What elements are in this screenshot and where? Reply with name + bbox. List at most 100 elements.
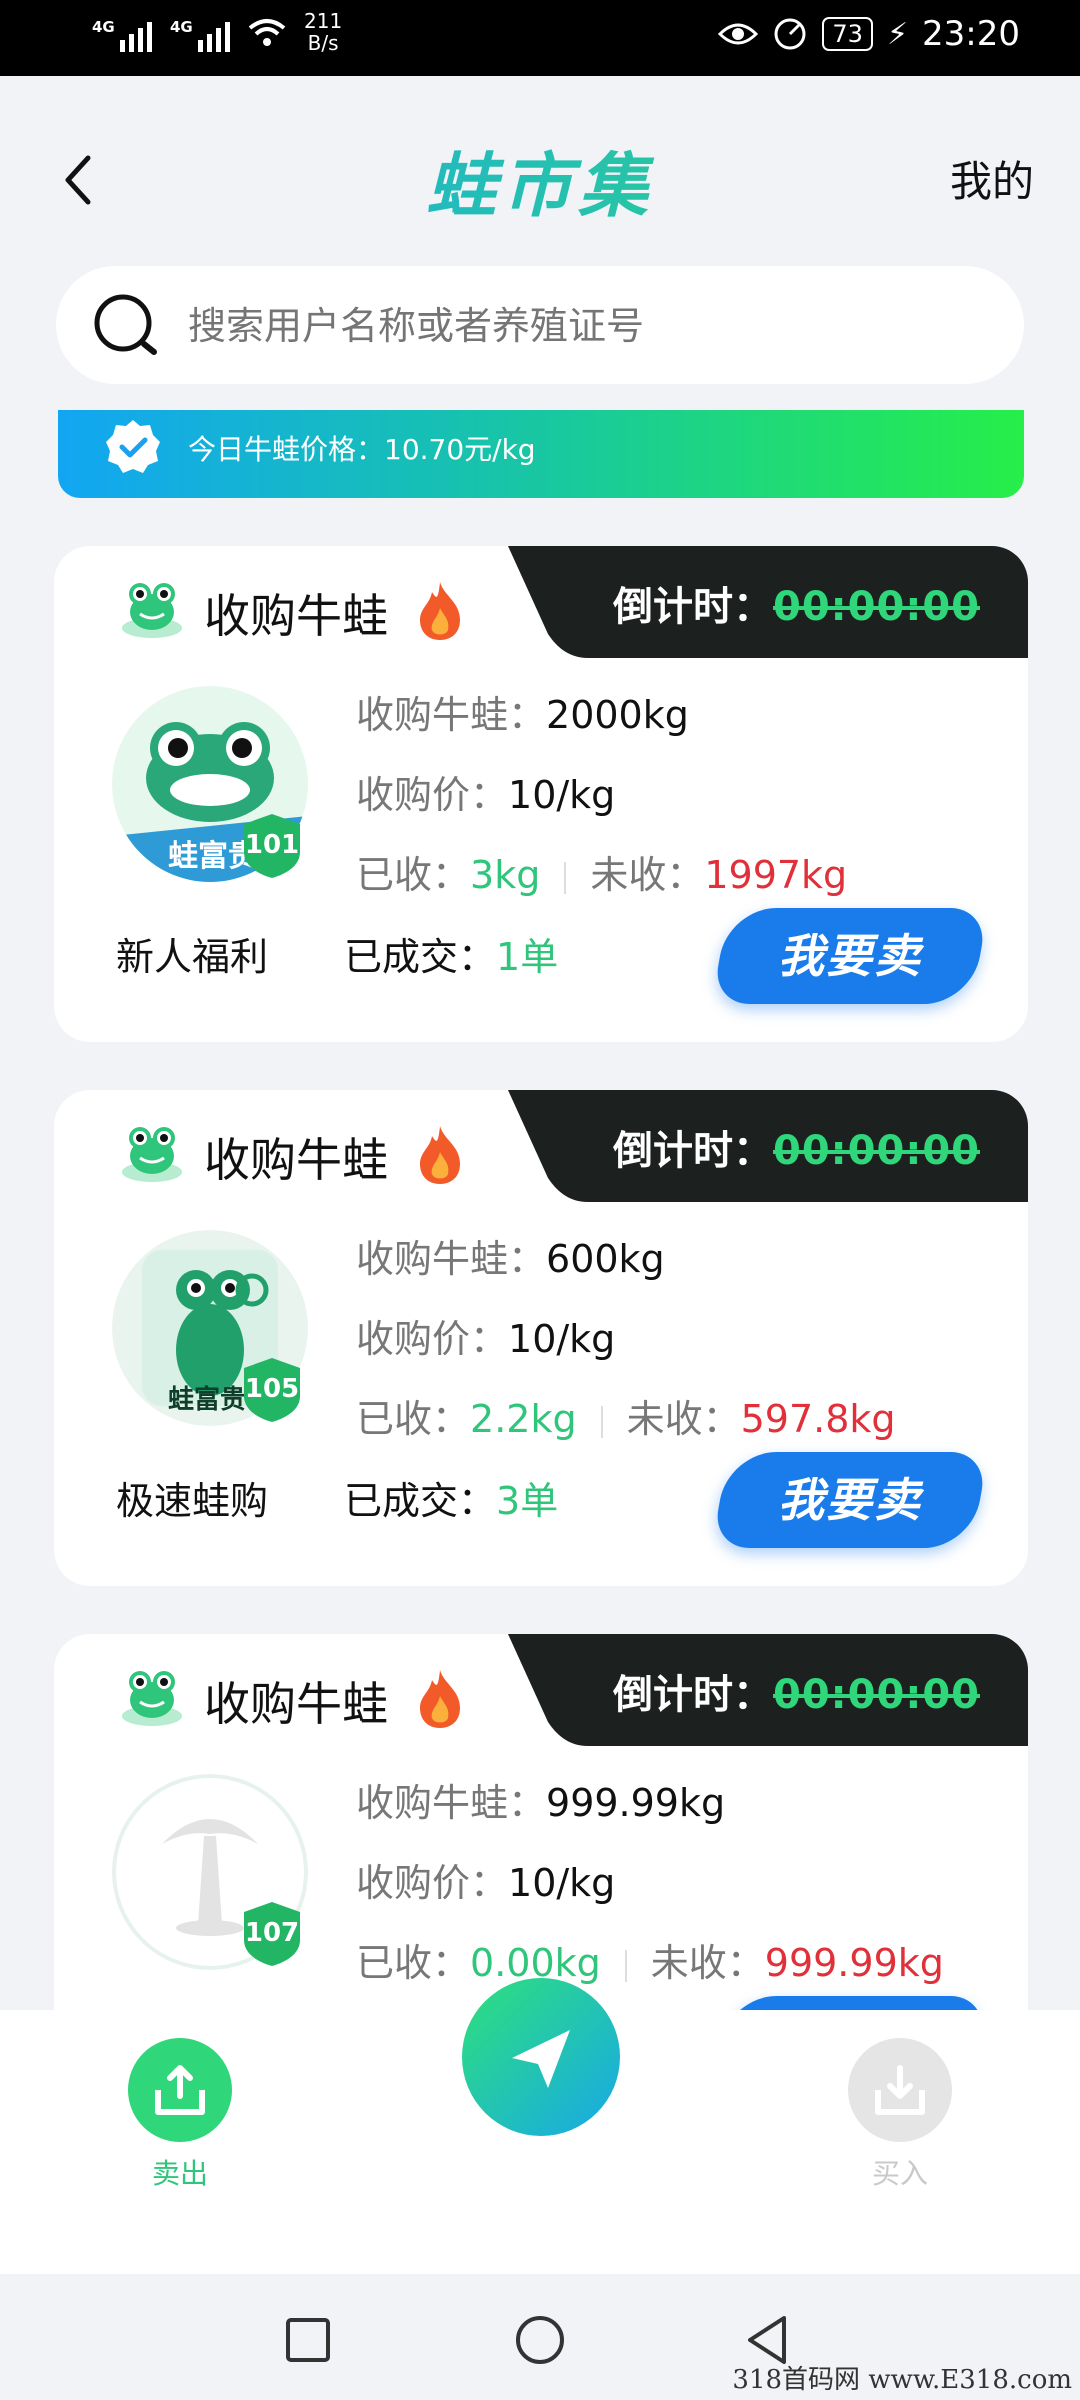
qty-label: 收购牛蛙： (356, 1237, 547, 1281)
network-type-2: 4G (170, 18, 193, 36)
qty-label: 收购牛蛙： (356, 1781, 547, 1825)
speedometer-icon (774, 18, 806, 50)
deals-value: 3单 (496, 1479, 559, 1523)
recent-apps-icon[interactable] (284, 2316, 332, 2364)
countdown-value: 00:00:00 (773, 1128, 980, 1174)
sell-button-label: 我要卖 (778, 929, 922, 983)
countdown-value: 00:00:00 (773, 584, 980, 630)
price-row: 收购价：10/kg (356, 1308, 615, 1363)
search-icon (94, 294, 157, 355)
level-number: 105 (244, 1374, 300, 1404)
nav-sell[interactable]: 卖出 (110, 2038, 250, 2192)
sell-button[interactable]: 我要卖 (711, 908, 989, 1004)
progress-row: 已收：2.2kg 未收：597.8kg (356, 1388, 896, 1443)
divider (624, 1949, 627, 1982)
system-nav-bar: 318首码网 www.E318.com (0, 2274, 1080, 2400)
qty-row: 收购牛蛙：600kg (356, 1228, 665, 1283)
countdown-label: 倒计时： (613, 1128, 774, 1174)
countdown-label: 倒计时： (613, 584, 774, 630)
nav-sell-label: 卖出 (151, 2157, 208, 2190)
speed-unit: B/s (307, 31, 339, 55)
price-label: 收购价： (356, 1861, 509, 1905)
qty-value: 2000kg (546, 693, 689, 737)
card-title: 收购牛蛙 (204, 589, 388, 643)
sell-button[interactable]: 我要卖 (711, 1452, 989, 1548)
buy-download-icon (848, 2038, 952, 2142)
divider (600, 1405, 603, 1438)
speed-value: 211 (304, 9, 343, 33)
flame-icon (420, 1126, 460, 1184)
cell-signal-icon: 4G (92, 12, 152, 52)
card-tag: 新人福利 (116, 935, 269, 979)
purchase-card: 倒计时：00:00:00 收购牛蛙 蛙富贵 105 收购牛蛙：600kg 收购价 (54, 1090, 1028, 1586)
card-tag: 极速蛙购 (116, 1479, 269, 1523)
nav-buy[interactable]: 买入 (830, 2038, 970, 2192)
qty-row: 收购牛蛙：999.99kg (356, 1772, 725, 1827)
countdown: 倒计时：00:00:00 (613, 1118, 980, 1176)
level-badge: 105 (244, 1358, 300, 1422)
received-value: 3kg (470, 853, 541, 897)
flame-icon (420, 582, 460, 640)
countdown: 倒计时：00:00:00 (613, 574, 980, 632)
deals-count: 已成交：3单 (344, 1470, 558, 1525)
price-row: 收购价：10/kg (356, 764, 615, 819)
page-title: 蛙市集 (0, 130, 1080, 231)
remaining-value: 1997kg (704, 853, 848, 897)
cell-signal-icon-2: 4G (170, 12, 230, 52)
sell-button-label: 我要卖 (778, 1473, 922, 1527)
avatar-text: 蛙富贵 (168, 1384, 246, 1415)
received-label: 已收： (356, 1941, 471, 1985)
verified-check-icon (106, 420, 160, 473)
progress-row: 已收：0.00kg 未收：999.99kg (356, 1932, 944, 1987)
status-bar: 4G 4G 211 B/s 73 ⚡ 23:20 (0, 0, 1080, 76)
countdown: 倒计时：00:00:00 (613, 1662, 980, 1720)
clock: 23:20 (922, 14, 1020, 54)
charging-icon: ⚡ (886, 16, 909, 52)
qty-row: 收购牛蛙：2000kg (356, 684, 689, 739)
frog-logo-icon (122, 1671, 182, 1726)
divider (564, 861, 567, 894)
status-right: 73 ⚡ 23:20 (718, 14, 1020, 54)
network-type: 4G (92, 18, 115, 36)
remaining-label: 未收： (650, 1941, 765, 1985)
price-label: 收购价： (356, 773, 509, 817)
nav-buy-label: 买入 (871, 2157, 928, 2190)
publish-button[interactable] (462, 1978, 620, 2136)
frog-logo-icon (122, 583, 182, 638)
price-row: 收购价：10/kg (356, 1852, 615, 1907)
remaining-value: 999.99kg (764, 1941, 944, 1985)
deals-label: 已成交： (344, 935, 497, 979)
received-label: 已收： (356, 1397, 471, 1441)
deals-label: 已成交： (344, 1479, 497, 1523)
level-badge: 107 (244, 1902, 300, 1966)
watermark: 318首码网 www.E318.com (732, 2365, 1072, 2395)
received-value: 2.2kg (470, 1397, 577, 1441)
send-paper-plane-icon (512, 2030, 570, 2088)
qty-label: 收购牛蛙： (356, 693, 547, 737)
sell-upload-icon (128, 2038, 232, 2142)
countdown-label: 倒计时： (613, 1672, 774, 1718)
qty-value: 999.99kg (546, 1781, 726, 1825)
status-left: 4G 4G 211 B/s (92, 10, 342, 54)
bottom-nav: 卖出 买入 (0, 1978, 1080, 2274)
wifi-icon (248, 19, 286, 46)
today-price-text: 今日牛蛙价格：10.70元/kg (188, 433, 536, 466)
card-title: 收购牛蛙 (204, 1677, 388, 1731)
purchase-card: 倒计时：00:00:00 收购牛蛙 蛙富贵 101 收购牛蛙：2000kg 收购 (54, 546, 1028, 1042)
remaining-label: 未收： (590, 853, 705, 897)
eye-icon (718, 23, 759, 45)
deals-count: 已成交：1单 (344, 926, 558, 981)
progress-row: 已收：3kg 未收：1997kg (356, 844, 847, 899)
my-profile-link[interactable]: 我的 (950, 148, 1034, 209)
price-value: 10/kg (508, 1861, 616, 1905)
battery-level: 73 (822, 17, 873, 51)
received-label: 已收： (356, 853, 471, 897)
deals-value: 1单 (496, 935, 559, 979)
search-input[interactable] (186, 266, 990, 386)
level-badge: 101 (244, 814, 300, 878)
price-label: 收购价： (356, 1317, 509, 1361)
qty-value: 600kg (546, 1237, 665, 1281)
home-icon[interactable] (514, 2314, 566, 2366)
countdown-value: 00:00:00 (773, 1672, 980, 1718)
search-bar[interactable] (56, 266, 1024, 386)
